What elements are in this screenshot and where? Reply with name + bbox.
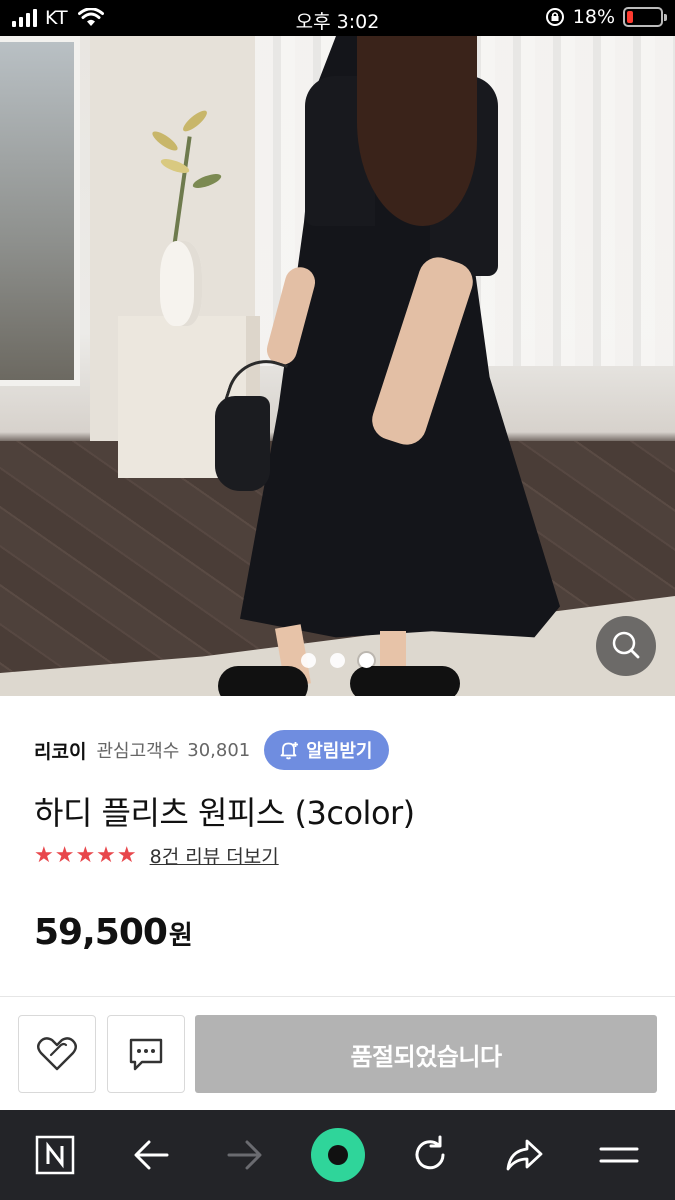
battery-percent: 18% bbox=[572, 6, 615, 28]
carousel-dot[interactable] bbox=[330, 653, 345, 668]
back-arrow-icon bbox=[134, 1140, 169, 1170]
product-info: 리코이 관심고객수 30,801 알림받기 하디 플리츠 원피스 (3color… bbox=[0, 696, 675, 996]
status-bar: KT 오후 3:02 18% bbox=[0, 0, 675, 36]
forward-arrow-icon bbox=[227, 1140, 262, 1170]
soldout-button[interactable]: 품절되었습니다 bbox=[195, 1015, 657, 1093]
green-home-button[interactable] bbox=[310, 1127, 366, 1183]
menu-button[interactable] bbox=[594, 1132, 644, 1178]
naver-home-button[interactable] bbox=[30, 1132, 80, 1178]
battery-level bbox=[627, 11, 633, 23]
rotation-lock-icon bbox=[545, 8, 564, 26]
refresh-icon bbox=[415, 1135, 445, 1170]
review-link[interactable]: 8건 리뷰 더보기 bbox=[150, 842, 279, 869]
product-title: 하디 플리츠 원피스 (3color) bbox=[34, 794, 415, 832]
heart-icon bbox=[37, 1037, 77, 1071]
home-circle-icon bbox=[311, 1128, 365, 1182]
followers-label: 관심고객수 bbox=[96, 741, 180, 762]
store-name[interactable]: 리코이 bbox=[34, 737, 86, 764]
price: 59,500 원 bbox=[34, 912, 193, 953]
followers-count: 30,801 bbox=[187, 739, 251, 761]
bell-plus-icon bbox=[280, 742, 299, 760]
refresh-button[interactable] bbox=[405, 1132, 455, 1178]
browser-toolbar bbox=[0, 1110, 675, 1200]
carousel-dots bbox=[0, 653, 675, 668]
share-button[interactable] bbox=[499, 1132, 549, 1178]
alert-label: 알림받기 bbox=[306, 741, 373, 762]
price-unit: 원 bbox=[168, 921, 193, 951]
chat-icon bbox=[129, 1038, 163, 1071]
battery-icon bbox=[623, 7, 667, 27]
wishlist-button[interactable] bbox=[18, 1015, 96, 1093]
store-row: 리코이 관심고객수 30,801 알림받기 bbox=[34, 730, 389, 770]
purchase-action-bar: 품절되었습니다 bbox=[0, 996, 675, 1110]
product-image[interactable] bbox=[0, 36, 675, 696]
price-value: 59,500 bbox=[34, 912, 168, 953]
naver-n-icon bbox=[35, 1135, 75, 1175]
alert-subscribe-button[interactable]: 알림받기 bbox=[264, 730, 389, 770]
back-button[interactable] bbox=[126, 1132, 176, 1178]
menu-icon bbox=[599, 1147, 639, 1163]
rating-row: ★★★★★ 8건 리뷰 더보기 bbox=[34, 842, 279, 869]
carousel-dot-active[interactable] bbox=[359, 653, 374, 668]
carousel-dot[interactable] bbox=[301, 653, 316, 668]
forward-button[interactable] bbox=[220, 1132, 270, 1178]
zoom-button[interactable] bbox=[596, 616, 656, 676]
share-icon bbox=[506, 1139, 543, 1171]
search-icon bbox=[612, 631, 640, 659]
rating-stars: ★★★★★ bbox=[34, 843, 138, 868]
status-right: 18% bbox=[545, 6, 667, 28]
chat-button[interactable] bbox=[107, 1015, 185, 1093]
